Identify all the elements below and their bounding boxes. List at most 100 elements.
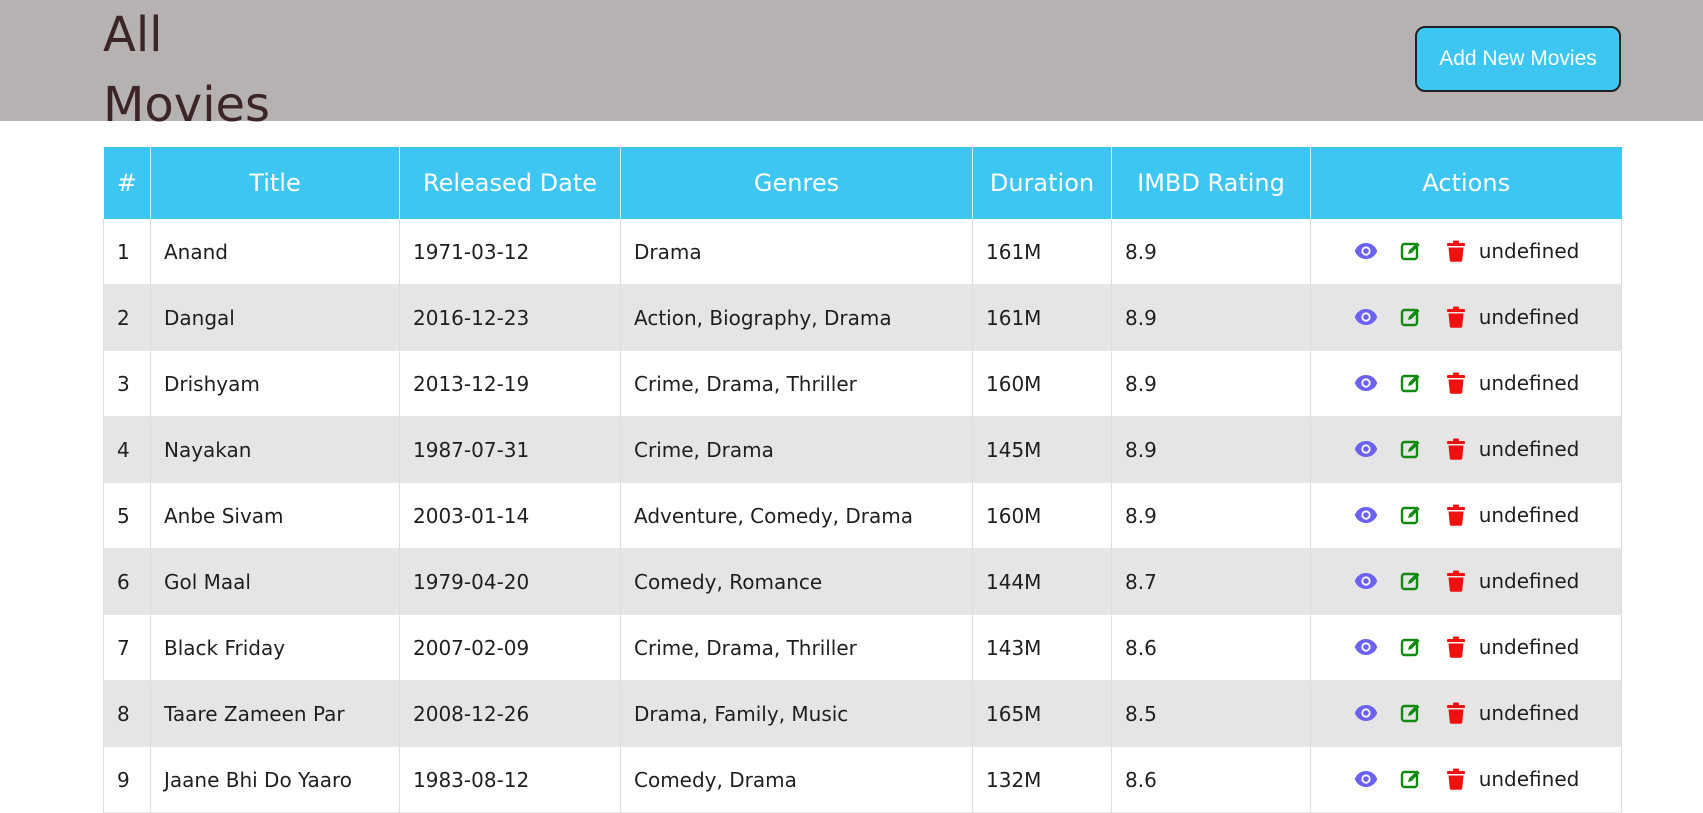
released-date-cell: 2008-12-26 — [399, 680, 621, 747]
edit-icon[interactable] — [1398, 436, 1424, 462]
column-header-title[interactable]: Title — [150, 147, 400, 219]
duration-cell: 160M — [972, 350, 1112, 417]
trash-icon[interactable] — [1443, 238, 1469, 264]
movie-title-cell: Taare Zameen Par — [150, 680, 400, 747]
released-date-cell: 1971-03-12 — [399, 219, 621, 285]
trash-icon[interactable] — [1443, 568, 1469, 594]
movie-title-cell: Jaane Bhi Do Yaaro — [150, 746, 400, 813]
edit-icon[interactable] — [1398, 304, 1424, 330]
genres-cell: Crime, Drama, Thriller — [620, 614, 973, 681]
edit-icon[interactable] — [1398, 370, 1424, 396]
eye-icon[interactable] — [1353, 568, 1379, 594]
table-row: 9 Jaane Bhi Do Yaaro 1983-08-12 Comedy, Dra… — [103, 746, 1622, 813]
movie-title-cell: Nayakan — [150, 416, 400, 483]
row-number-cell: 8 — [103, 680, 151, 747]
actions-cell: undefined — [1310, 746, 1622, 813]
duration-cell: 144M — [972, 548, 1112, 615]
row-number-cell: 4 — [103, 416, 151, 483]
edit-icon[interactable] — [1398, 238, 1424, 264]
movie-title-cell: Black Friday — [150, 614, 400, 681]
column-header-actions: Actions — [1310, 147, 1622, 219]
released-date-cell: 1979-04-20 — [399, 548, 621, 615]
trash-icon[interactable] — [1443, 700, 1469, 726]
movie-title-cell: Anbe Sivam — [150, 482, 400, 549]
edit-icon[interactable] — [1398, 634, 1424, 660]
trash-icon[interactable] — [1443, 304, 1469, 330]
column-header-genres[interactable]: Genres — [620, 147, 973, 219]
eye-icon[interactable] — [1353, 238, 1379, 264]
eye-icon[interactable] — [1353, 700, 1379, 726]
edit-icon[interactable] — [1398, 568, 1424, 594]
edit-icon[interactable] — [1398, 700, 1424, 726]
trash-icon[interactable] — [1443, 502, 1469, 528]
duration-cell: 161M — [972, 284, 1112, 351]
genres-cell: Comedy, Romance — [620, 548, 973, 615]
table-header-row: # Title Released Date Genres Duration IM… — [103, 147, 1622, 219]
action-extra-label: undefined — [1478, 305, 1580, 329]
actions-cell: undefined — [1310, 482, 1622, 549]
released-date-cell: 2003-01-14 — [399, 482, 621, 549]
column-header-duration[interactable]: Duration — [972, 147, 1112, 219]
imdb-rating-cell: 8.6 — [1111, 614, 1311, 681]
actions-cell: undefined — [1310, 614, 1622, 681]
released-date-cell: 2007-02-09 — [399, 614, 621, 681]
actions-cell: undefined — [1310, 548, 1622, 615]
imdb-rating-cell: 8.9 — [1111, 284, 1311, 351]
movie-title-cell: Anand — [150, 219, 400, 285]
genres-cell: Crime, Drama — [620, 416, 973, 483]
table-row: 8 Taare Zameen Par 2008-12-26 Drama, Family… — [103, 680, 1622, 747]
table-row: 4 Nayakan 1987-07-31 Crime, Drama 145M 8.9 und… — [103, 416, 1622, 483]
action-extra-label: undefined — [1478, 371, 1580, 395]
trash-icon[interactable] — [1443, 766, 1469, 792]
actions-cell: undefined — [1310, 680, 1622, 747]
released-date-cell: 2013-12-19 — [399, 350, 621, 417]
action-extra-label: undefined — [1478, 701, 1580, 725]
row-number-cell: 6 — [103, 548, 151, 615]
edit-icon[interactable] — [1398, 502, 1424, 528]
row-number-cell: 2 — [103, 284, 151, 351]
eye-icon[interactable] — [1353, 634, 1379, 660]
actions-cell: undefined — [1310, 416, 1622, 483]
genres-cell: Crime, Drama, Thriller — [620, 350, 973, 417]
eye-icon[interactable] — [1353, 370, 1379, 396]
column-header-released-date[interactable]: Released Date — [399, 147, 621, 219]
table-row: 5 Anbe Sivam 2003-01-14 Adventure, Comedy, … — [103, 482, 1622, 549]
genres-cell: Adventure, Comedy, Drama — [620, 482, 973, 549]
actions-cell: undefined — [1310, 284, 1622, 351]
movie-title-cell: Gol Maal — [150, 548, 400, 615]
movie-title-cell: Drishyam — [150, 350, 400, 417]
trash-icon[interactable] — [1443, 634, 1469, 660]
page-title: All Movies — [103, 7, 271, 133]
eye-icon[interactable] — [1353, 304, 1379, 330]
movie-title-cell: Dangal — [150, 284, 400, 351]
table-row: 7 Black Friday 2007-02-09 Crime, Drama, Thr… — [103, 614, 1622, 681]
released-date-cell: 1987-07-31 — [399, 416, 621, 483]
genres-cell: Drama — [620, 219, 973, 285]
column-header-rating[interactable]: IMBD Rating — [1111, 147, 1311, 219]
imdb-rating-cell: 8.9 — [1111, 482, 1311, 549]
row-number-cell: 3 — [103, 350, 151, 417]
eye-icon[interactable] — [1353, 502, 1379, 528]
eye-icon[interactable] — [1353, 766, 1379, 792]
action-extra-label: undefined — [1478, 635, 1580, 659]
duration-cell: 161M — [972, 219, 1112, 285]
edit-icon[interactable] — [1398, 766, 1424, 792]
trash-icon[interactable] — [1443, 436, 1469, 462]
duration-cell: 160M — [972, 482, 1112, 549]
column-header-number[interactable]: # — [103, 147, 151, 219]
add-new-movies-button[interactable]: Add New Movies — [1415, 26, 1621, 92]
duration-cell: 145M — [972, 416, 1112, 483]
eye-icon[interactable] — [1353, 436, 1379, 462]
imdb-rating-cell: 8.7 — [1111, 548, 1311, 615]
table-row: 6 Gol Maal 1979-04-20 Comedy, Romance 144M 8.… — [103, 548, 1622, 615]
table-row: 1 Anand 1971-03-12 Drama 161M 8.9 undefined — [103, 219, 1622, 285]
table-row: 3 Drishyam 2013-12-19 Crime, Drama, Thrille… — [103, 350, 1622, 417]
actions-cell: undefined — [1310, 350, 1622, 417]
duration-cell: 165M — [972, 680, 1112, 747]
movies-table-container: # Title Released Date Genres Duration IM… — [103, 147, 1622, 813]
trash-icon[interactable] — [1443, 370, 1469, 396]
page-header: All Movies Add New Movies — [0, 0, 1703, 133]
row-number-cell: 5 — [103, 482, 151, 549]
imdb-rating-cell: 8.9 — [1111, 219, 1311, 285]
action-extra-label: undefined — [1478, 239, 1580, 263]
